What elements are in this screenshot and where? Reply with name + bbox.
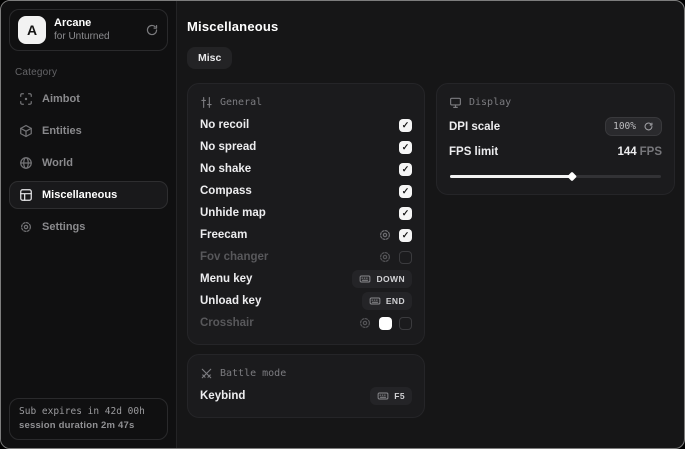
display-section-header: Display	[449, 93, 662, 114]
sync-icon[interactable]	[145, 23, 159, 37]
sidebar-item-world[interactable]: World	[9, 149, 168, 177]
setting-label: Unload key	[200, 295, 261, 307]
gear-icon[interactable]	[378, 228, 392, 242]
keybind-value: DOWN	[376, 274, 405, 284]
setting-label: Keybind	[200, 390, 245, 402]
subscription-status-card: Sub expires in 42d 00h session duration …	[9, 398, 168, 440]
slider-thumb[interactable]	[567, 171, 577, 181]
setting-label: Unhide map	[200, 207, 266, 219]
sidebar-item-label: World	[42, 157, 73, 169]
sidebar-item-entities[interactable]: Entities	[9, 117, 168, 145]
sidebar-item-label: Miscellaneous	[42, 189, 117, 201]
fps-limit-slider[interactable]	[450, 170, 661, 182]
setting-row: Unload key END	[200, 290, 412, 312]
checkbox-checked[interactable]: ✓	[399, 207, 412, 220]
general-section-title: General	[220, 97, 262, 108]
setting-row: Freecam ✓	[200, 224, 412, 246]
app-name: Arcane	[54, 17, 137, 31]
gear-icon[interactable]	[378, 250, 392, 264]
checkbox-checked[interactable]: ✓	[399, 229, 412, 242]
setting-label: Menu key	[200, 273, 252, 285]
general-section-header: General	[200, 93, 412, 114]
cube-icon	[19, 124, 33, 138]
dpi-scale-value: 100%	[613, 121, 636, 132]
fps-limit-row: FPS limit 144 FPS	[449, 139, 662, 164]
fps-limit-value: 144	[617, 146, 636, 158]
battle-mode-section-title: Battle mode	[220, 368, 286, 379]
display-section-title: Display	[469, 97, 511, 108]
keybind-value: END	[386, 296, 405, 306]
battle-mode-section-card: Battle mode Keybind F5	[187, 354, 425, 418]
keyboard-icon	[377, 390, 389, 402]
setting-label: Fov changer	[200, 251, 268, 263]
sidebar-item-label: Aimbot	[42, 93, 80, 105]
setting-row: Fov changer	[200, 246, 412, 268]
gear-icon	[19, 220, 33, 234]
dpi-scale-row: DPI scale 100%	[449, 114, 662, 139]
category-label: Category	[15, 67, 162, 78]
checkbox-checked[interactable]: ✓	[399, 163, 412, 176]
setting-row: Crosshair	[200, 312, 412, 334]
keyboard-icon	[359, 273, 371, 285]
app-subtitle: for Unturned	[54, 31, 137, 44]
display-section-card: Display DPI scale 100% FPS limit 144 FPS	[436, 83, 675, 195]
setting-row: No shake ✓	[200, 158, 412, 180]
grid-icon	[19, 188, 33, 202]
setting-label: No spread	[200, 141, 256, 153]
sidebar-item-label: Entities	[42, 125, 82, 137]
setting-row: Compass ✓	[200, 180, 412, 202]
sidebar-item-label: Settings	[42, 221, 85, 233]
sidebar-item-aimbot[interactable]: Aimbot	[9, 85, 168, 113]
monitor-icon	[449, 96, 462, 109]
checkbox-unchecked[interactable]	[399, 317, 412, 330]
setting-label: Compass	[200, 185, 252, 197]
checkbox-checked[interactable]: ✓	[399, 141, 412, 154]
refresh-icon[interactable]	[643, 121, 654, 132]
color-swatch[interactable]	[379, 317, 392, 330]
swords-icon	[200, 367, 213, 380]
keybind-badge[interactable]: DOWN	[352, 270, 412, 288]
sidebar: A Arcane for Unturned Category Aimbot Ent…	[1, 1, 177, 448]
setting-row: Unhide map ✓	[200, 202, 412, 224]
sliders-icon	[200, 96, 213, 109]
app-logo: A	[18, 16, 46, 44]
session-duration-text: session duration 2m 47s	[19, 420, 158, 431]
sidebar-item-miscellaneous[interactable]: Miscellaneous	[9, 181, 168, 209]
slider-fill	[450, 175, 572, 178]
keyboard-icon	[369, 295, 381, 307]
sidebar-nav: Aimbot Entities World Miscellaneous Settings	[9, 85, 168, 245]
dpi-scale-label: DPI scale	[449, 121, 500, 133]
fps-limit-label: FPS limit	[449, 146, 498, 158]
checkbox-checked[interactable]: ✓	[399, 185, 412, 198]
globe-icon	[19, 156, 33, 170]
setting-label: Crosshair	[200, 317, 254, 329]
setting-label: No shake	[200, 163, 251, 175]
crosshair-scan-icon	[19, 92, 33, 106]
setting-row: Keybind F5	[200, 385, 412, 407]
setting-row: Menu key DOWN	[200, 268, 412, 290]
setting-label: No recoil	[200, 119, 249, 131]
dpi-scale-badge[interactable]: 100%	[605, 117, 662, 136]
checkbox-checked[interactable]: ✓	[399, 119, 412, 132]
app-header-card: A Arcane for Unturned	[9, 9, 168, 51]
checkbox-unchecked[interactable]	[399, 251, 412, 264]
battle-mode-section-header: Battle mode	[200, 364, 412, 385]
sidebar-item-settings[interactable]: Settings	[9, 213, 168, 241]
keybind-badge[interactable]: F5	[370, 387, 412, 405]
app-window: A Arcane for Unturned Category Aimbot Ent…	[0, 0, 685, 449]
gear-icon[interactable]	[358, 316, 372, 330]
main-content: Miscellaneous Misc General No recoil✓No …	[177, 1, 685, 448]
sub-expiry-text: Sub expires in 42d 00h	[19, 406, 158, 417]
keybind-badge[interactable]: END	[362, 292, 412, 310]
setting-label: Freecam	[200, 229, 247, 241]
general-section-card: General No recoil✓No spread✓No shake✓Com…	[187, 83, 425, 345]
tab-misc[interactable]: Misc	[187, 47, 232, 69]
page-title: Miscellaneous	[187, 19, 675, 34]
setting-row: No spread ✓	[200, 136, 412, 158]
setting-row: No recoil ✓	[200, 114, 412, 136]
keybind-value: F5	[394, 391, 405, 401]
fps-limit-unit: FPS	[640, 146, 662, 158]
